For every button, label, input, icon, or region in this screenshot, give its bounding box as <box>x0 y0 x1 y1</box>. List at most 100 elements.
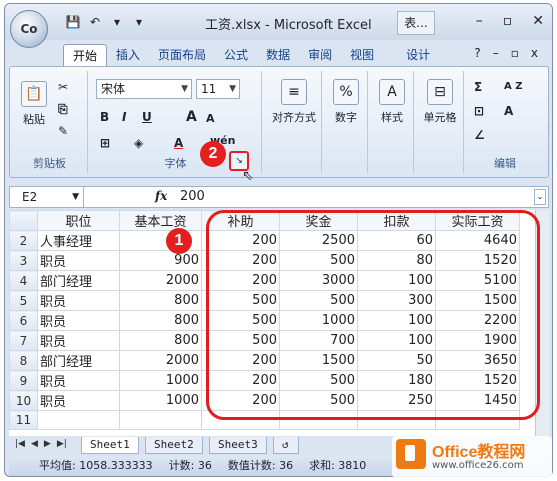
close-icon[interactable]: ✕ <box>532 13 544 29</box>
data-cell[interactable]: 部门经理 <box>37 350 120 371</box>
data-cell[interactable]: 50 <box>357 350 436 371</box>
grow-font-button[interactable]: A <box>186 107 197 127</box>
name-box[interactable]: E2 ▼ <box>10 187 84 207</box>
data-cell[interactable]: 800 <box>119 330 202 351</box>
column-header-cell[interactable]: 补助 <box>201 210 280 231</box>
data-cell[interactable]: 1000 <box>119 370 202 391</box>
data-cell[interactable]: 1520 <box>435 250 520 271</box>
contextual-table-tab[interactable]: 表... <box>397 11 435 35</box>
data-cell[interactable]: 人事经理 <box>37 230 120 251</box>
restore-icon[interactable]: ▫ <box>503 13 513 29</box>
data-cell[interactable]: 1520 <box>435 370 520 391</box>
autosum-button[interactable]: Σ <box>474 77 482 97</box>
alignment-button[interactable]: ≡ 对齐方式 <box>270 79 318 125</box>
tab-page-layout[interactable]: 页面布局 <box>149 44 215 66</box>
data-cell[interactable]: 1000 <box>279 310 358 331</box>
data-cell[interactable]: 500 <box>201 310 280 331</box>
sheet-tab-1[interactable]: Sheet1 <box>81 437 139 454</box>
data-cell[interactable]: 2000 <box>119 350 202 371</box>
data-cell[interactable]: 180 <box>357 370 436 391</box>
clear-button[interactable]: ∠ <box>474 125 485 145</box>
data-cell[interactable] <box>37 410 120 430</box>
next-sheet-icon[interactable]: ▶ <box>44 439 51 449</box>
data-cell[interactable]: 300 <box>357 290 436 311</box>
data-cell[interactable] <box>119 410 202 430</box>
data-cell[interactable]: 200 <box>201 390 280 411</box>
data-cell[interactable]: 200 <box>201 230 280 251</box>
data-cell[interactable] <box>357 410 436 430</box>
data-cell[interactable]: 500 <box>279 290 358 311</box>
bold-button[interactable]: B <box>100 107 109 127</box>
ribbon-close-icon[interactable]: x <box>531 46 538 60</box>
find-select-button[interactable]: A <box>504 101 513 121</box>
data-cell[interactable]: 职员 <box>37 250 120 271</box>
formula-input[interactable]: 200 <box>180 189 205 204</box>
cut-icon[interactable]: ✂ <box>58 77 68 97</box>
underline-button[interactable]: U <box>142 107 152 127</box>
data-cell[interactable]: 80 <box>357 250 436 271</box>
data-cell[interactable]: 500 <box>279 390 358 411</box>
vertical-scrollbar[interactable] <box>535 210 549 436</box>
tab-design[interactable]: 设计 <box>397 44 439 66</box>
data-cell[interactable]: 800 <box>119 290 202 311</box>
column-header-cell[interactable]: 职位 <box>37 210 120 231</box>
prev-sheet-icon[interactable]: ◀ <box>31 439 38 449</box>
select-all-corner[interactable] <box>9 210 38 231</box>
data-cell[interactable]: 200 <box>201 370 280 391</box>
data-cell[interactable]: 1000 <box>119 390 202 411</box>
row-number[interactable]: 5 <box>9 290 38 311</box>
data-cell[interactable]: 4640 <box>435 230 520 251</box>
row-number[interactable]: 10 <box>9 390 38 411</box>
borders-icon[interactable]: ⊞ <box>100 133 110 153</box>
tab-data[interactable]: 数据 <box>257 44 299 66</box>
font-color-button[interactable]: A <box>174 133 183 153</box>
data-cell[interactable]: 60 <box>357 230 436 251</box>
data-cell[interactable]: 1500 <box>435 290 520 311</box>
sheet-tab-2[interactable]: Sheet2 <box>145 437 203 454</box>
data-cell[interactable]: 职员 <box>37 370 120 391</box>
last-sheet-icon[interactable]: ▶| <box>57 439 67 449</box>
row-number[interactable]: 11 <box>9 410 38 430</box>
row-number[interactable]: 8 <box>9 350 38 371</box>
data-cell[interactable]: 1500 <box>279 350 358 371</box>
tab-review[interactable]: 审阅 <box>299 44 341 66</box>
data-cell[interactable]: 1450 <box>435 390 520 411</box>
fill-icon[interactable]: ⊡ <box>474 101 484 121</box>
data-cell[interactable]: 500 <box>201 330 280 351</box>
data-cell[interactable] <box>201 410 280 430</box>
row-number[interactable]: 7 <box>9 330 38 351</box>
column-header-cell[interactable]: 实际工资 <box>435 210 520 231</box>
tab-formulas[interactable]: 公式 <box>215 44 257 66</box>
copy-icon[interactable]: ⎘ <box>58 99 68 119</box>
data-cell[interactable] <box>279 410 358 430</box>
save-icon[interactable]: 💾 <box>65 15 81 29</box>
data-cell[interactable]: 2200 <box>435 310 520 331</box>
column-header-cell[interactable]: 扣款 <box>357 210 436 231</box>
data-cell[interactable]: 2000 <box>119 270 202 291</box>
tab-home[interactable]: 开始 <box>63 44 108 66</box>
row-number[interactable]: 9 <box>9 370 38 391</box>
data-cell[interactable]: 5100 <box>435 270 520 291</box>
data-cell[interactable]: 2500 <box>279 230 358 251</box>
styles-button[interactable]: A 样式 <box>374 79 410 125</box>
font-size-combo[interactable]: 11 ▼ <box>196 79 240 99</box>
row-number[interactable]: 3 <box>9 250 38 271</box>
data-cell[interactable]: 职员 <box>37 390 120 411</box>
cells-button[interactable]: ⊟ 单元格 <box>420 79 460 125</box>
tab-view[interactable]: 视图 <box>341 44 383 66</box>
data-cell[interactable]: 500 <box>279 250 358 271</box>
help-icon[interactable]: ? <box>474 46 480 60</box>
data-cell[interactable]: 1900 <box>435 330 520 351</box>
insert-sheet-icon[interactable]: ↺ <box>273 437 299 454</box>
sheet-tab-3[interactable]: Sheet3 <box>209 437 267 454</box>
ribbon-restore-icon[interactable]: ▫ <box>511 46 519 60</box>
data-cell[interactable]: 800 <box>119 310 202 331</box>
data-cell[interactable]: 职员 <box>37 330 120 351</box>
number-button[interactable]: % 数字 <box>328 79 364 125</box>
format-painter-icon[interactable]: ✎ <box>58 121 68 141</box>
data-cell[interactable]: 100 <box>357 270 436 291</box>
data-cell[interactable]: 200 <box>201 250 280 271</box>
first-sheet-icon[interactable]: |◀ <box>15 439 25 449</box>
data-cell[interactable]: 500 <box>279 370 358 391</box>
tab-insert[interactable]: 插入 <box>107 44 149 66</box>
